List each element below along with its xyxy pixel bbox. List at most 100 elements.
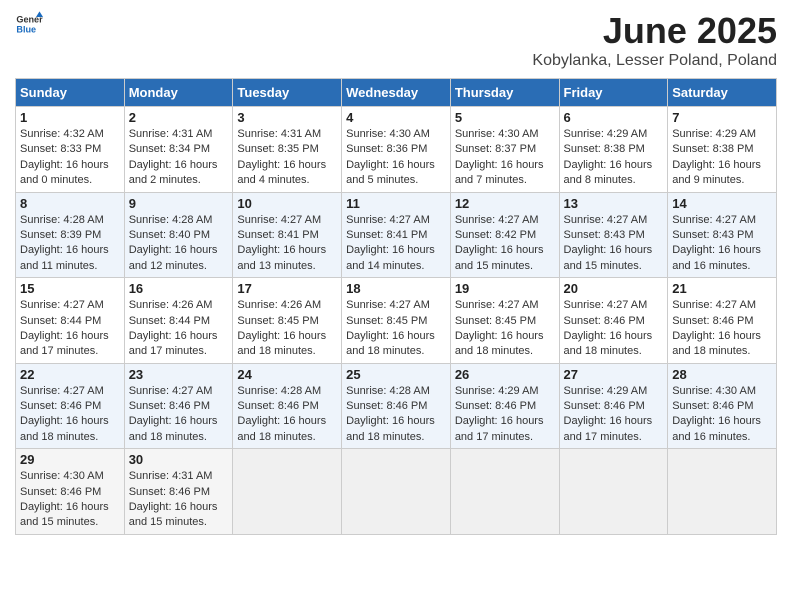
day-number: 11 <box>346 196 446 211</box>
day-info: Sunrise: 4:31 AMSunset: 8:46 PMDaylight:… <box>129 469 229 531</box>
day-number: 13 <box>564 196 664 211</box>
calendar-cell: 10 Sunrise: 4:27 AMSunset: 8:41 PMDayligh… <box>233 192 342 278</box>
calendar-table: SundayMondayTuesdayWednesdayThursdayFrid… <box>15 78 777 535</box>
calendar-cell: 9 Sunrise: 4:28 AMSunset: 8:40 PMDaylight… <box>124 192 233 278</box>
day-info: Sunrise: 4:29 AMSunset: 8:46 PMDaylight:… <box>455 384 555 446</box>
day-info: Sunrise: 4:27 AMSunset: 8:43 PMDaylight:… <box>672 213 772 275</box>
day-number: 25 <box>346 367 446 382</box>
day-info: Sunrise: 4:27 AMSunset: 8:46 PMDaylight:… <box>564 298 664 360</box>
day-number: 16 <box>129 281 229 296</box>
logo-icon: General Blue <box>15 10 43 38</box>
day-info: Sunrise: 4:27 AMSunset: 8:46 PMDaylight:… <box>129 384 229 446</box>
calendar-cell: 27Sunrise: 4:29 AMSunset: 8:46 PMDayligh… <box>559 363 668 449</box>
calendar-cell: 30 Sunrise: 4:31 AMSunset: 8:46 PMDayligh… <box>124 449 233 535</box>
weekday-header: Tuesday <box>233 79 342 107</box>
day-info: Sunrise: 4:27 AMSunset: 8:46 PMDaylight:… <box>672 298 772 360</box>
day-info: Sunrise: 4:30 AMSunset: 8:46 PMDaylight:… <box>672 384 772 446</box>
calendar-cell: 15 Sunrise: 4:27 AMSunset: 8:44 PMDayligh… <box>16 278 125 364</box>
weekday-header: Wednesday <box>342 79 451 107</box>
calendar-cell: 2Sunrise: 4:31 AMSunset: 8:34 PMDaylight… <box>124 107 233 193</box>
day-number: 6 <box>564 110 664 125</box>
calendar-week-row: 8Sunrise: 4:28 AMSunset: 8:39 PMDaylight… <box>16 192 777 278</box>
day-number: 27 <box>564 367 664 382</box>
weekday-header: Thursday <box>450 79 559 107</box>
day-number: 5 <box>455 110 555 125</box>
day-info: Sunrise: 4:27 AMSunset: 8:41 PMDaylight:… <box>346 213 446 275</box>
day-number: 9 <box>129 196 229 211</box>
day-info: Sunrise: 4:27 AMSunset: 8:42 PMDaylight:… <box>455 213 555 275</box>
day-info: Sunrise: 4:27 AMSunset: 8:45 PMDaylight:… <box>346 298 446 360</box>
day-number: 1 <box>20 110 120 125</box>
weekday-header: Saturday <box>668 79 777 107</box>
calendar-cell: 17 Sunrise: 4:26 AMSunset: 8:45 PMDayligh… <box>233 278 342 364</box>
day-number: 18 <box>346 281 446 296</box>
calendar-cell <box>668 449 777 535</box>
weekday-header: Friday <box>559 79 668 107</box>
calendar-cell: 21 Sunrise: 4:27 AMSunset: 8:46 PMDayligh… <box>668 278 777 364</box>
day-number: 17 <box>237 281 337 296</box>
day-number: 14 <box>672 196 772 211</box>
calendar-cell: 1Sunrise: 4:32 AMSunset: 8:33 PMDaylight… <box>16 107 125 193</box>
day-number: 29 <box>20 452 120 467</box>
day-number: 8 <box>20 196 120 211</box>
day-number: 7 <box>672 110 772 125</box>
calendar-cell: 24Sunrise: 4:28 AMSunset: 8:46 PMDayligh… <box>233 363 342 449</box>
calendar-week-row: 1Sunrise: 4:32 AMSunset: 8:33 PMDaylight… <box>16 107 777 193</box>
day-number: 3 <box>237 110 337 125</box>
day-info: Sunrise: 4:26 AMSunset: 8:44 PMDaylight:… <box>129 298 229 360</box>
day-info: Sunrise: 4:28 AMSunset: 8:40 PMDaylight:… <box>129 213 229 275</box>
calendar-cell: 23 Sunrise: 4:27 AMSunset: 8:46 PMDayligh… <box>124 363 233 449</box>
calendar-week-row: 22 Sunrise: 4:27 AMSunset: 8:46 PMDayligh… <box>16 363 777 449</box>
day-info: Sunrise: 4:31 AMSunset: 8:35 PMDaylight:… <box>237 127 337 189</box>
month-title: June 2025 <box>532 10 777 52</box>
day-number: 10 <box>237 196 337 211</box>
day-number: 15 <box>20 281 120 296</box>
svg-text:Blue: Blue <box>16 24 36 34</box>
day-number: 23 <box>129 367 229 382</box>
calendar-cell: 22 Sunrise: 4:27 AMSunset: 8:46 PMDayligh… <box>16 363 125 449</box>
day-info: Sunrise: 4:28 AMSunset: 8:46 PMDaylight:… <box>346 384 446 446</box>
day-number: 12 <box>455 196 555 211</box>
location-title: Kobylanka, Lesser Poland, Poland <box>532 52 777 70</box>
calendar-cell: 28 Sunrise: 4:30 AMSunset: 8:46 PMDayligh… <box>668 363 777 449</box>
day-info: Sunrise: 4:27 AMSunset: 8:46 PMDaylight:… <box>20 384 120 446</box>
weekday-header: Monday <box>124 79 233 107</box>
calendar-cell: 12 Sunrise: 4:27 AMSunset: 8:42 PMDayligh… <box>450 192 559 278</box>
calendar-cell <box>233 449 342 535</box>
calendar-cell: 19Sunrise: 4:27 AMSunset: 8:45 PMDayligh… <box>450 278 559 364</box>
calendar-cell: 16 Sunrise: 4:26 AMSunset: 8:44 PMDayligh… <box>124 278 233 364</box>
day-info: Sunrise: 4:27 AMSunset: 8:44 PMDaylight:… <box>20 298 120 360</box>
calendar-week-row: 29Sunrise: 4:30 AMSunset: 8:46 PMDayligh… <box>16 449 777 535</box>
day-number: 22 <box>20 367 120 382</box>
calendar-cell: 3 Sunrise: 4:31 AMSunset: 8:35 PMDaylight… <box>233 107 342 193</box>
calendar-cell: 4 Sunrise: 4:30 AMSunset: 8:36 PMDaylight… <box>342 107 451 193</box>
calendar-cell: 29Sunrise: 4:30 AMSunset: 8:46 PMDayligh… <box>16 449 125 535</box>
day-number: 4 <box>346 110 446 125</box>
day-info: Sunrise: 4:29 AMSunset: 8:38 PMDaylight:… <box>672 127 772 189</box>
day-info: Sunrise: 4:27 AMSunset: 8:43 PMDaylight:… <box>564 213 664 275</box>
calendar-cell: 13 Sunrise: 4:27 AMSunset: 8:43 PMDayligh… <box>559 192 668 278</box>
day-number: 21 <box>672 281 772 296</box>
calendar-cell <box>559 449 668 535</box>
calendar-cell: 8Sunrise: 4:28 AMSunset: 8:39 PMDaylight… <box>16 192 125 278</box>
calendar-cell: 6 Sunrise: 4:29 AMSunset: 8:38 PMDaylight… <box>559 107 668 193</box>
calendar-cell: 5Sunrise: 4:30 AMSunset: 8:37 PMDaylight… <box>450 107 559 193</box>
day-number: 20 <box>564 281 664 296</box>
calendar-cell <box>450 449 559 535</box>
calendar-cell: 20 Sunrise: 4:27 AMSunset: 8:46 PMDayligh… <box>559 278 668 364</box>
weekday-header: Sunday <box>16 79 125 107</box>
calendar-cell: 11 Sunrise: 4:27 AMSunset: 8:41 PMDayligh… <box>342 192 451 278</box>
calendar-header-row: SundayMondayTuesdayWednesdayThursdayFrid… <box>16 79 777 107</box>
day-info: Sunrise: 4:26 AMSunset: 8:45 PMDaylight:… <box>237 298 337 360</box>
day-info: Sunrise: 4:30 AMSunset: 8:36 PMDaylight:… <box>346 127 446 189</box>
calendar-cell: 26Sunrise: 4:29 AMSunset: 8:46 PMDayligh… <box>450 363 559 449</box>
day-number: 28 <box>672 367 772 382</box>
day-info: Sunrise: 4:31 AMSunset: 8:34 PMDaylight:… <box>129 127 229 189</box>
day-number: 24 <box>237 367 337 382</box>
calendar-cell: 7 Sunrise: 4:29 AMSunset: 8:38 PMDaylight… <box>668 107 777 193</box>
day-info: Sunrise: 4:27 AMSunset: 8:45 PMDaylight:… <box>455 298 555 360</box>
day-number: 30 <box>129 452 229 467</box>
day-info: Sunrise: 4:29 AMSunset: 8:38 PMDaylight:… <box>564 127 664 189</box>
logo: General Blue <box>15 10 43 38</box>
day-info: Sunrise: 4:27 AMSunset: 8:41 PMDaylight:… <box>237 213 337 275</box>
